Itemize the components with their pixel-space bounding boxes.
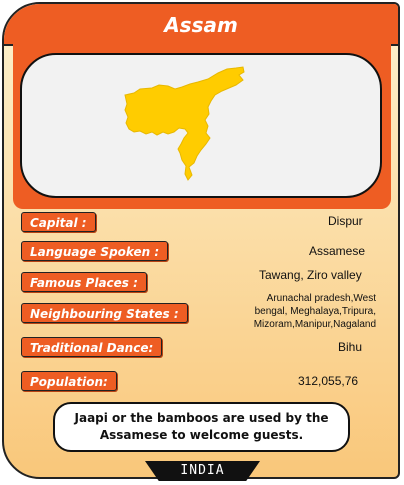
capital-value: Dispur [328, 214, 363, 228]
capital-label: Capital : [21, 212, 96, 232]
neighbouring-states-label: Neighbouring States : [21, 303, 188, 323]
assam-map-icon [124, 66, 245, 181]
famous-places-label: Famous Places : [21, 272, 147, 292]
card-header: Assam [4, 4, 398, 46]
card-title: Assam [164, 13, 238, 37]
population-label: Population: [21, 371, 117, 391]
population-value: 312,055,76 [298, 374, 359, 388]
language-value: Assamese [309, 244, 366, 258]
traditional-dance-value: Bihu [338, 340, 363, 354]
map-panel [20, 53, 382, 198]
fun-fact-box: Jaapi or the bamboos are used by the Ass… [53, 402, 350, 452]
country-footer: INDIA [145, 461, 260, 481]
neighbouring-states-value: Arunachal pradesh,West bengal, Meghalaya… [253, 293, 376, 330]
assam-shape [124, 66, 245, 181]
famous-places-value: Tawang, Ziro valley [259, 268, 362, 282]
traditional-dance-label: Traditional Dance: [21, 337, 163, 357]
language-label: Language Spoken : [21, 241, 169, 261]
